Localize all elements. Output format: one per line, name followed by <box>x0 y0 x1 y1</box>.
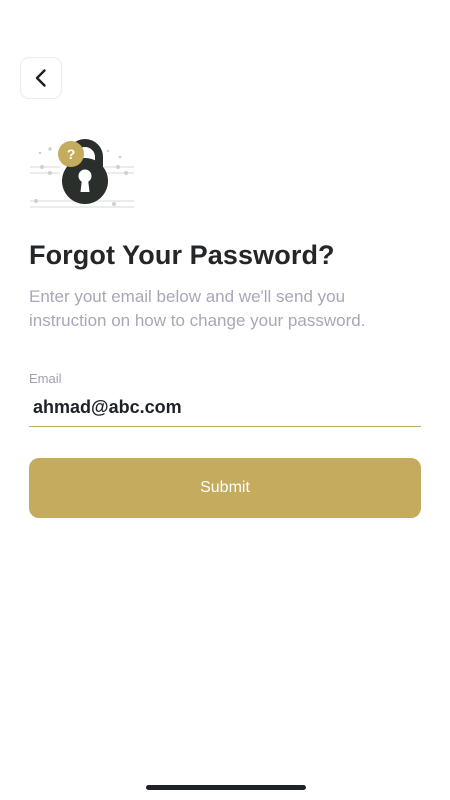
submit-button[interactable]: Submit <box>29 458 421 518</box>
page-subtitle: Enter yout email below and we'll send yo… <box>29 287 366 330</box>
home-indicator <box>146 785 306 790</box>
question-mark: ? <box>66 146 76 162</box>
email-label: Email <box>29 371 62 386</box>
chevron-left-icon <box>34 68 48 88</box>
back-button[interactable] <box>20 57 62 99</box>
email-field[interactable] <box>29 393 421 427</box>
page-title: Forgot Your Password? <box>29 240 335 270</box>
